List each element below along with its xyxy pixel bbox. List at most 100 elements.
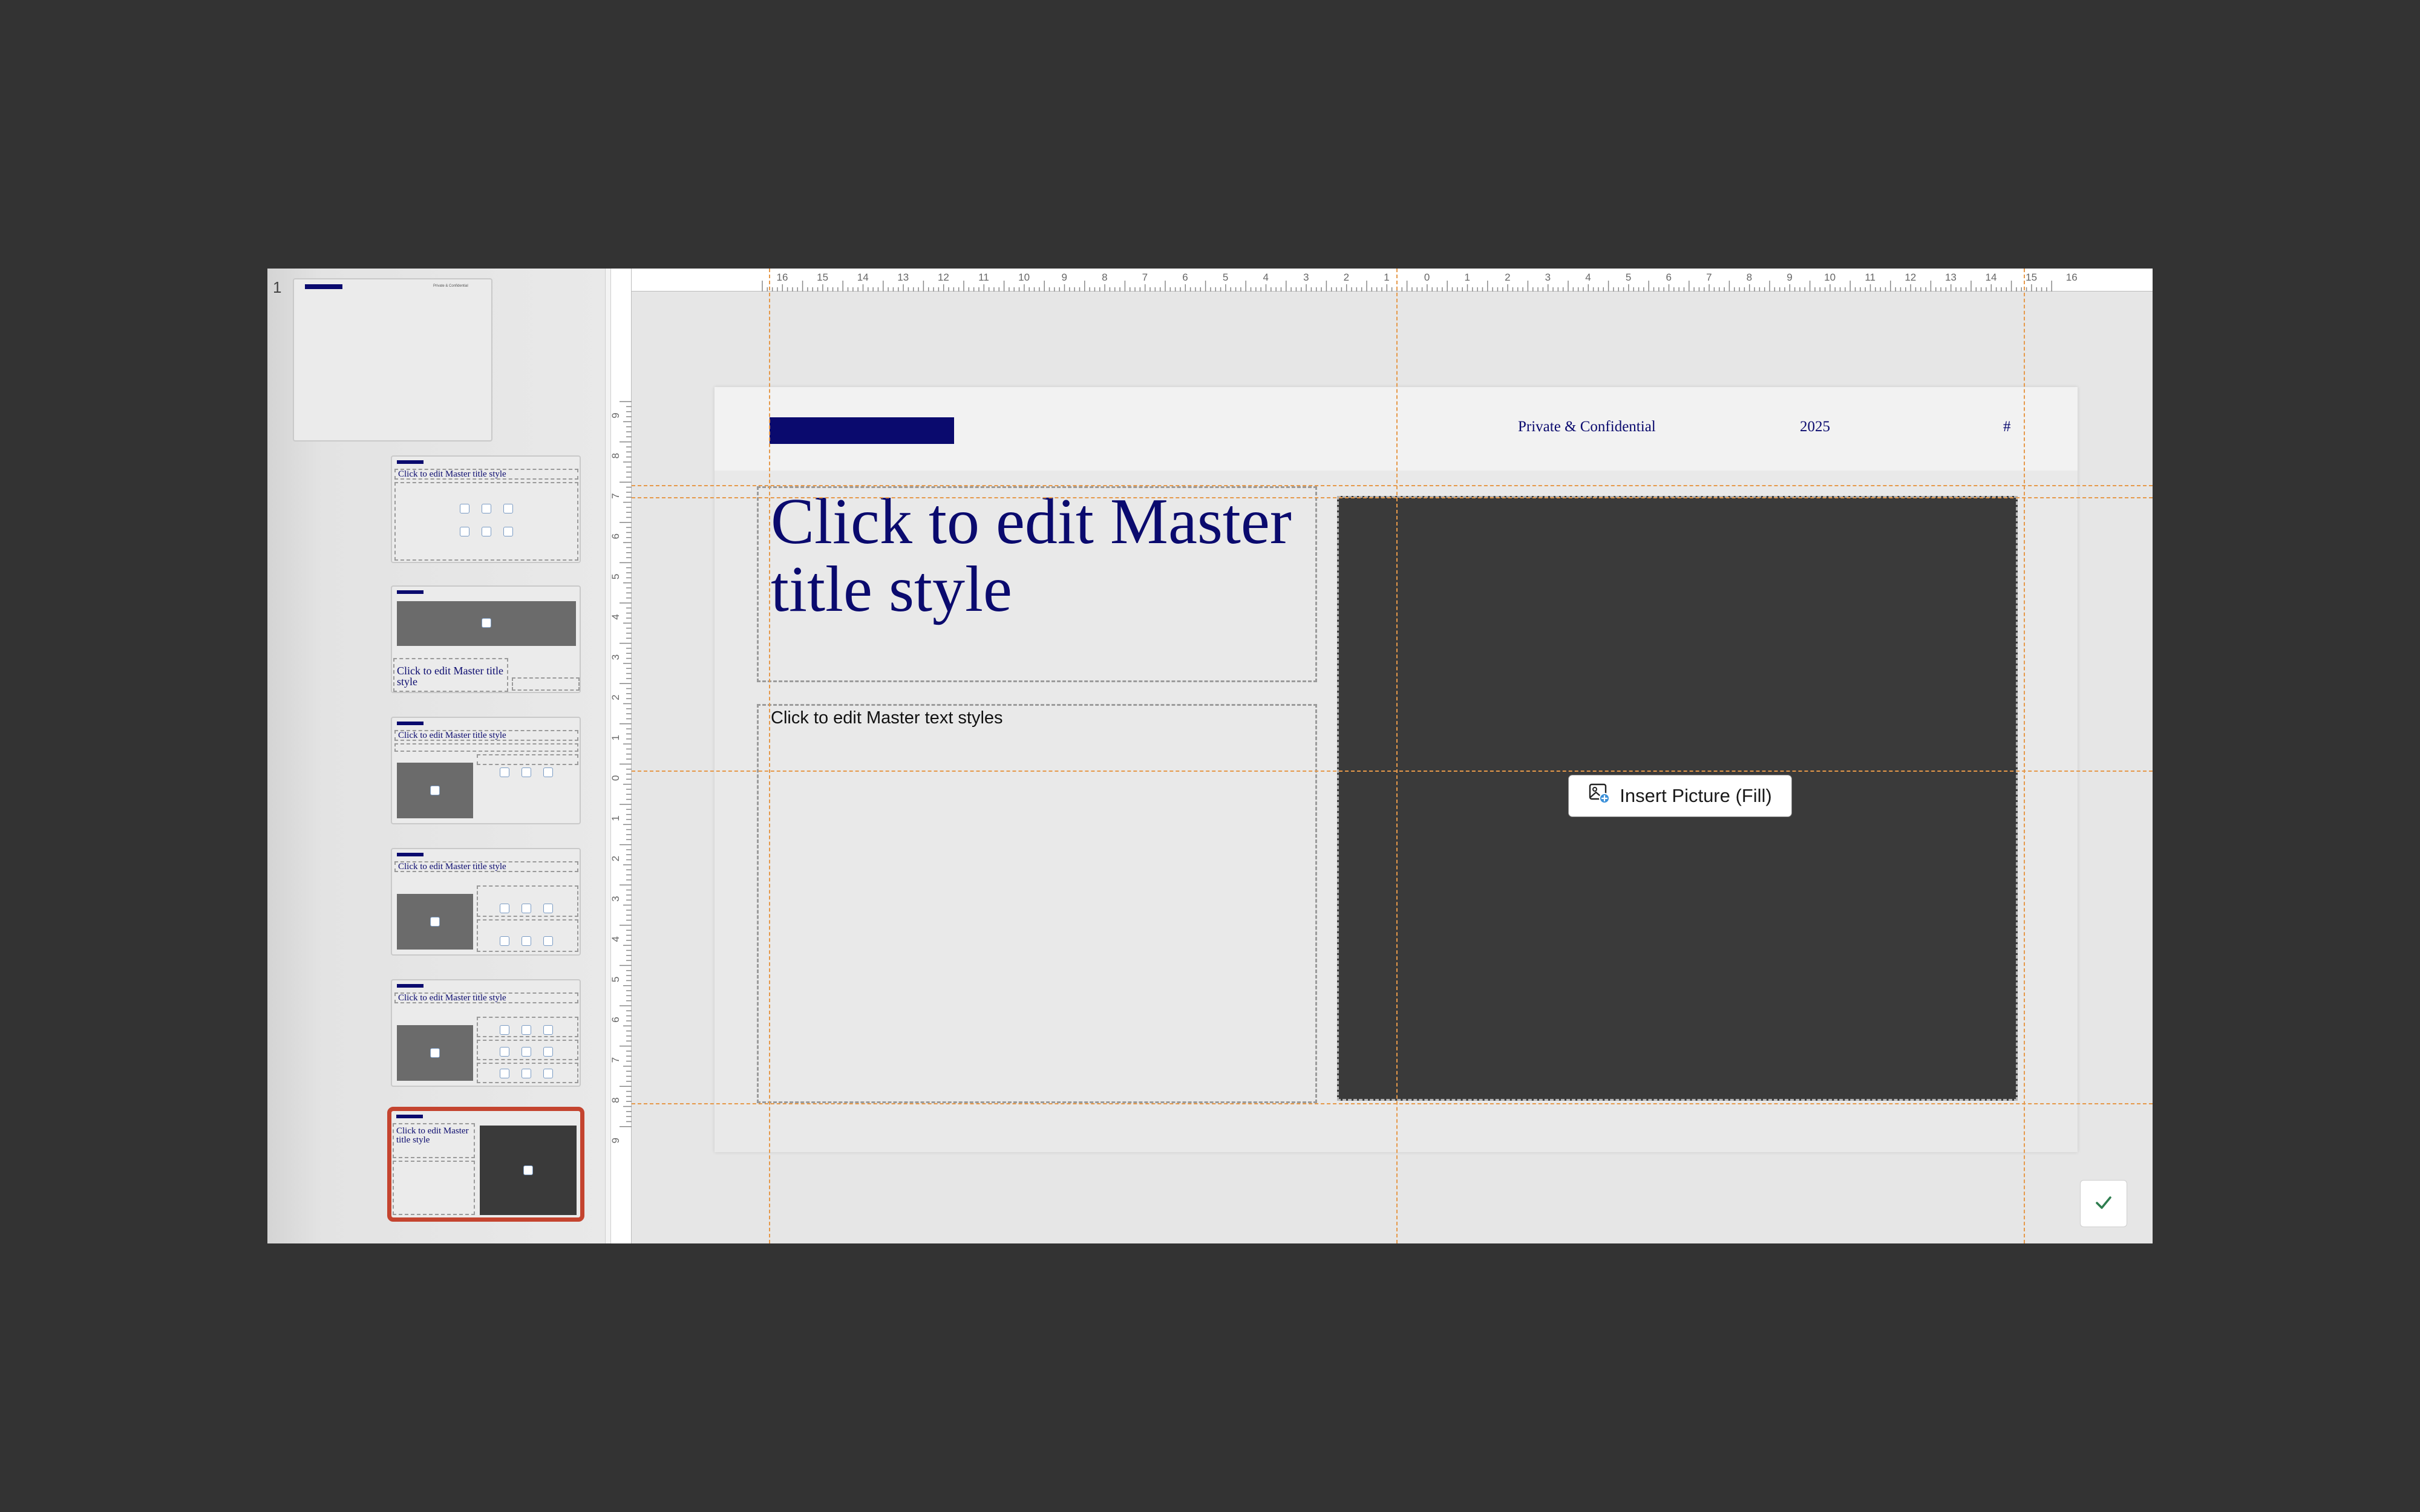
smartart-icon: [543, 1025, 553, 1035]
ruler-label: 4: [1585, 272, 1591, 283]
thumb-picture-placeholder: [397, 894, 473, 950]
thumb-title-placeholder: Click to edit Master title style: [394, 469, 578, 480]
ruler-label: 1: [611, 735, 621, 740]
thumb-title-placeholder: Click to edit Master title style: [394, 992, 578, 1003]
ruler-label: 5: [611, 977, 621, 982]
vertical-guide-center[interactable]: [1396, 269, 1398, 1243]
vertical-guide-left[interactable]: [769, 269, 770, 1243]
thumb-title-placeholder: Click to edit Master title style: [394, 730, 578, 741]
thumb-text-placeholder: [512, 677, 580, 691]
insert-picture-button[interactable]: Insert Picture (Fill): [1568, 775, 1792, 817]
thumb-text-placeholder: [477, 754, 578, 765]
picture-icon: [1588, 782, 1611, 810]
thumbnail-slide-master[interactable]: Private & Confidential 2025: [293, 278, 492, 442]
text-placeholder[interactable]: Click to edit Master text styles: [757, 704, 1317, 1103]
thumb-picture-placeholder: [397, 1025, 473, 1081]
ruler-label: 0: [611, 775, 621, 781]
thumbnail-layout-picture-left[interactable]: Click to edit Master title style: [391, 717, 581, 824]
thumb-subtitle-placeholder: [394, 743, 578, 752]
ruler-label: 13: [897, 272, 909, 283]
thumb-content-placeholder: [394, 482, 578, 561]
ruler-label: 3: [611, 654, 621, 660]
ruler-label: 8: [611, 453, 621, 458]
horizontal-guide-bottom[interactable]: [632, 1103, 2153, 1104]
header-year-text: 2025: [1800, 419, 1830, 435]
done-button[interactable]: [2080, 1180, 2127, 1227]
thumbnail-layout-picture-two-content[interactable]: Click to edit Master title style: [391, 848, 581, 956]
table-icon: [500, 936, 509, 946]
ruler-label: 5: [611, 574, 621, 579]
horizontal-guide-center[interactable]: [632, 771, 2153, 772]
ruler-label: 14: [1986, 272, 1997, 283]
ruler-label: 9: [1061, 272, 1067, 283]
thumb-header-text: Private & Confidential: [433, 284, 468, 288]
header-page-number: #: [2003, 419, 2011, 435]
table-icon: [500, 904, 509, 913]
vertical-guide-right[interactable]: [2024, 269, 2025, 1243]
thumb-title-placeholder: Click to edit Master title style: [393, 658, 508, 692]
ruler-label: 8: [1102, 272, 1107, 283]
picture-placeholder[interactable]: Insert Picture (Fill): [1337, 496, 2018, 1101]
ruler-label: 2: [1344, 272, 1349, 283]
horizontal-ruler-ticks: 16 15 14 13 12 11 10 9 8 7 6 5 4 3 2 1 0 1 2 3 4 5 6 7 8 9 10 11 12 1…: [762, 272, 2078, 292]
ruler-label: 0: [1424, 272, 1430, 283]
smartart-icon: [543, 904, 553, 913]
thumb-text-placeholder: [393, 1161, 475, 1215]
thumb-picture-placeholder: [397, 601, 576, 646]
title-placeholder[interactable]: Click to edit Master title style: [757, 486, 1317, 682]
ruler-label: 9: [611, 412, 621, 418]
chart-icon: [482, 504, 491, 513]
ruler-label: 6: [611, 1017, 621, 1022]
ruler-label: 9: [611, 1138, 621, 1143]
thumb-title-text: Click to edit Master title style: [398, 731, 506, 740]
thumb-title-text: Click to edit Master title style: [398, 469, 506, 479]
ruler-label: 13: [1945, 272, 1957, 283]
ruler-label: 14: [857, 272, 869, 283]
smartart-icon: [503, 504, 513, 513]
ruler-label: 15: [2026, 272, 2037, 283]
ruler-label: 10: [1018, 272, 1030, 283]
thumb-title-text: Click to edit Master title style: [398, 862, 506, 872]
table-icon: [500, 1047, 509, 1057]
pane-splitter[interactable]: [605, 269, 611, 1243]
ruler-label: 6: [1182, 272, 1188, 283]
thumb-picture-placeholder: [397, 763, 473, 818]
text-placeholder-text[interactable]: Click to edit Master text styles: [771, 708, 1003, 728]
insert-picture-label: Insert Picture (Fill): [1620, 785, 1772, 806]
thumb-header-bar: [397, 722, 424, 725]
thumb-picture-placeholder: [480, 1126, 577, 1215]
thumbnail-layout-picture-three-content[interactable]: Click to edit Master title style: [391, 979, 581, 1087]
thumbnail-layout-title-content[interactable]: Click to edit Master title style: [391, 455, 581, 563]
icons-icon: [503, 527, 513, 536]
horizontal-guide-top[interactable]: [632, 485, 2153, 486]
ruler-label: 1: [611, 815, 621, 821]
header-confidential-text: Private & Confidential: [1518, 419, 1656, 435]
picture-icon: [430, 786, 440, 795]
thumbnail-pane: 1 Private & Confidential 2025 Click to e…: [267, 269, 605, 1243]
thumb-title-text: Click to edit Master title style: [398, 993, 506, 1003]
horizontal-guide-top-2[interactable]: [632, 497, 2153, 498]
chart-icon: [522, 1025, 531, 1035]
horizontal-ruler: 16 15 14 13 12 11 10 9 8 7 6 5 4 3 2 1 0 1 2 3 4 5 6 7 8 9 10 11 12 1…: [632, 269, 2153, 292]
ruler-label: 16: [777, 272, 788, 283]
picture-icon: [523, 1165, 533, 1175]
thumb-header-bar: [305, 284, 342, 289]
thumb-header-bar: [396, 1115, 423, 1118]
thumb-title-placeholder: Click to edit Master title style: [393, 1123, 475, 1158]
chart-icon: [522, 904, 531, 913]
title-placeholder-text[interactable]: Click to edit Master title style: [771, 488, 1315, 624]
ruler-label: 12: [1905, 272, 1916, 283]
thumb-header-bar: [397, 460, 424, 464]
ruler-label: 9: [1787, 272, 1792, 283]
smartart-icon: [543, 1047, 553, 1057]
smartart-icon: [543, 936, 553, 946]
thumbnail-layout-title-picture-selected[interactable]: Click to edit Master title style: [387, 1107, 584, 1222]
ruler-label: 12: [938, 272, 949, 283]
table-icon: [460, 504, 469, 513]
vertical-ruler: 9 8 7 6 5 4 3 2 1 0 1 2 3 4 5 6 7 8 9: [611, 269, 632, 1243]
ruler-label: 7: [1142, 272, 1148, 283]
thumbnail-layout-picture-top[interactable]: Click to edit Master title style: [391, 585, 581, 693]
picture-icon: [430, 917, 440, 927]
table-icon: [500, 1025, 509, 1035]
ruler-label: 11: [978, 272, 989, 283]
